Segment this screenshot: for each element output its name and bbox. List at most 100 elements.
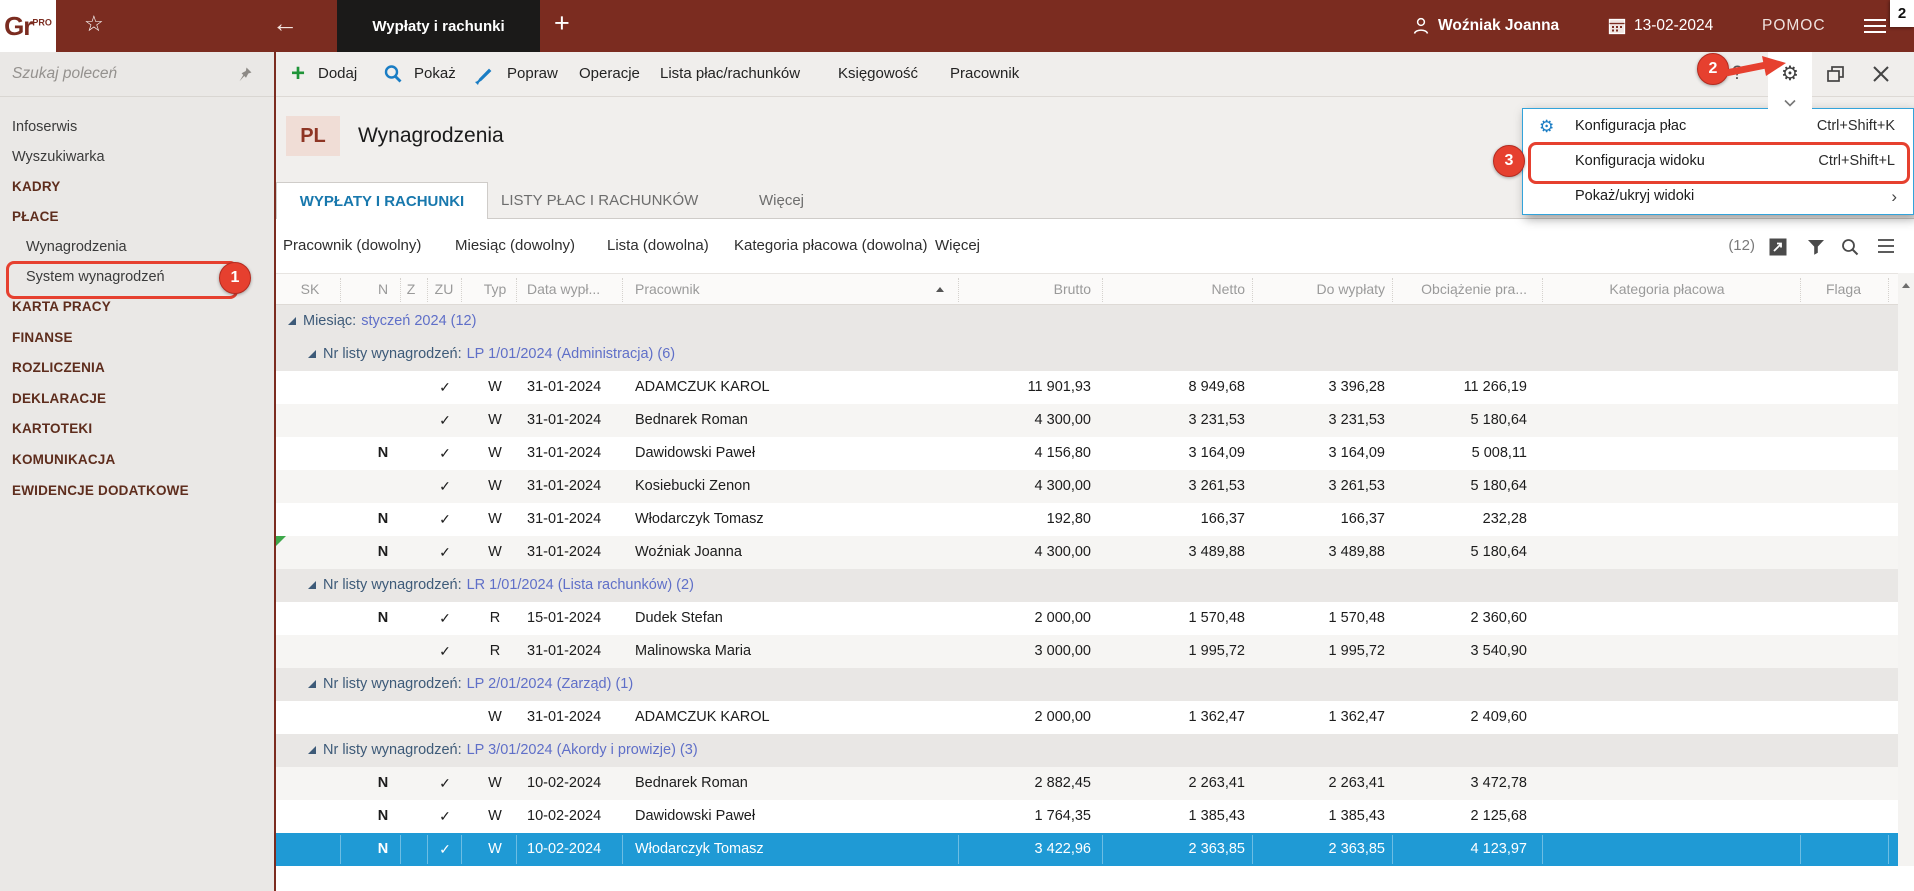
- pin-icon[interactable]: [236, 65, 254, 88]
- sidebar-item-wynagrodzenia[interactable]: Wynagrodzenia: [0, 233, 274, 261]
- menu-item-konfiguracja-plac[interactable]: ⚙ Konfiguracja płac Ctrl+Shift+K: [1523, 109, 1913, 144]
- filter-lista-dowolna[interactable]: Lista (dowolna): [607, 219, 709, 273]
- cell-brutto: 192,80: [931, 503, 1091, 536]
- table-row[interactable]: N✓W31-01-2024Włodarczyk Tomasz192,80166,…: [276, 503, 1898, 536]
- sidebar-item-wyszukiwarka[interactable]: Wyszukiwarka: [0, 143, 274, 171]
- col-do-wyplaty[interactable]: Do wypłaty: [1225, 274, 1385, 304]
- gear-dropdown-anchor[interactable]: [1768, 96, 1812, 109]
- collapse-triangle-icon[interactable]: [308, 581, 316, 589]
- table-row[interactable]: N✓W31-01-2024Dawidowski Paweł4 156,803 1…: [276, 437, 1898, 470]
- new-tab-plus-icon[interactable]: +: [554, 8, 570, 39]
- back-arrow-icon[interactable]: ←: [272, 8, 298, 39]
- table-row[interactable]: ✓W31-01-2024Kosiebucki Zenon4 300,003 26…: [276, 470, 1898, 503]
- export-icon[interactable]: [1768, 237, 1788, 262]
- collapse-triangle-icon[interactable]: [308, 746, 316, 754]
- content-panel: Pracownik (dowolny) Miesiąc (dowolny) List…: [276, 218, 1914, 891]
- help-menu[interactable]: POMOC: [1762, 0, 1826, 52]
- sidebar-item-kartoteki[interactable]: KARTOTEKI: [0, 415, 274, 443]
- filter-miesi-c-dowolny[interactable]: Miesiąc (dowolny): [455, 219, 575, 273]
- scroll-up-icon[interactable]: [1902, 283, 1910, 288]
- group-row[interactable]: Nr listy wynagrodzeń:LP 3/01/2024 (Akord…: [276, 734, 1898, 767]
- search-icon[interactable]: [1840, 237, 1860, 262]
- col-pracownik[interactable]: Pracownik: [635, 274, 925, 304]
- sidebar-item-rozliczenia[interactable]: ROZLICZENIA: [0, 354, 274, 382]
- column-separator: [622, 278, 623, 302]
- group-row[interactable]: Nr listy wynagrodzeń:LP 1/01/2024 (Admin…: [276, 338, 1898, 371]
- sidebar-item-karta-pracy[interactable]: KARTA PRACY: [0, 293, 274, 321]
- column-separator: [461, 835, 462, 864]
- sidebar-item-komunikacja[interactable]: KOMUNIKACJA: [0, 446, 274, 474]
- table-row[interactable]: N✓R15-01-2024Dudek Stefan2 000,001 570,4…: [276, 602, 1898, 635]
- group-row[interactable]: Nr listy wynagrodzeń:LP 2/01/2024 (Zarzą…: [276, 668, 1898, 701]
- current-date[interactable]: 13-02-2024: [1634, 0, 1713, 52]
- employee-menu[interactable]: Pracownik: [950, 52, 1019, 96]
- menu-item-pokaz-ukryj-widoki[interactable]: Pokaż/ukryj widoki ›: [1523, 179, 1913, 214]
- table-row[interactable]: N✓W31-01-2024Woźniak Joanna4 300,003 489…: [276, 536, 1898, 569]
- table-row-selected[interactable]: N✓W10-02-2024Włodarczyk Tomasz3 422,962 …: [276, 833, 1898, 866]
- operations-menu[interactable]: Operacje: [579, 52, 640, 96]
- show-button[interactable]: Pokaż: [414, 52, 456, 96]
- cell-brutto: 4 300,00: [931, 470, 1091, 503]
- col-netto[interactable]: Netto: [1085, 274, 1245, 304]
- filter-wi-cej[interactable]: Więcej: [935, 219, 980, 273]
- cell-brutto: 11 901,93: [931, 371, 1091, 404]
- sidebar-item-finanse[interactable]: FINANSE: [0, 324, 274, 352]
- col-typ[interactable]: Typ: [478, 274, 512, 304]
- notification-badge[interactable]: 2: [1890, 0, 1914, 27]
- list-options-icon[interactable]: [1876, 237, 1896, 260]
- filter-kategoria-p-acowa-dowolna[interactable]: Kategoria płacowa (dowolna): [734, 219, 927, 273]
- col-zu[interactable]: ZU: [430, 274, 458, 304]
- collapse-triangle-icon[interactable]: [288, 317, 296, 325]
- accounting-menu[interactable]: Księgowość: [838, 52, 918, 96]
- edit-button[interactable]: Popraw: [507, 52, 558, 96]
- sidebar-item-p-ace[interactable]: PŁACE: [0, 203, 274, 231]
- favorite-star-icon[interactable]: ☆: [84, 11, 104, 37]
- column-separator: [958, 278, 959, 302]
- table-row[interactable]: N✓W10-02-2024Dawidowski Paweł1 764,351 3…: [276, 800, 1898, 833]
- sidebar-item-deklaracje[interactable]: DEKLARACJE: [0, 385, 274, 413]
- col-kategoria-placowa[interactable]: Kategoria płacowa: [1567, 274, 1767, 304]
- column-separator: [1800, 835, 1801, 864]
- sidebar-item-ewidencje-dodatkowe[interactable]: EWIDENCJE DODATKOWE: [0, 477, 274, 505]
- col-n[interactable]: N: [368, 274, 398, 304]
- table-row[interactable]: ✓R31-01-2024Malinowska Maria3 000,001 99…: [276, 635, 1898, 668]
- column-separator: [622, 835, 623, 864]
- table-header: SK N Z ZU Typ Data wypł... Pracownik Bru…: [276, 273, 1898, 305]
- filter-funnel-icon[interactable]: [1806, 237, 1826, 262]
- hamburger-menu-icon[interactable]: [1862, 17, 1888, 40]
- table-row[interactable]: N✓W10-02-2024Bednarek Roman2 882,452 263…: [276, 767, 1898, 800]
- group-row[interactable]: Nr listy wynagrodzeń:LR 1/01/2024 (Lista…: [276, 569, 1898, 602]
- cell-zu-checkmark-icon: ✓: [430, 503, 460, 536]
- add-button[interactable]: Dodaj: [318, 52, 357, 96]
- col-sk[interactable]: SK: [290, 274, 330, 304]
- close-icon[interactable]: [1872, 65, 1890, 88]
- sidebar-item-infoserwis[interactable]: Infoserwis: [0, 113, 274, 141]
- cell-n: N: [368, 602, 398, 635]
- window-tab[interactable]: Wypłaty i rachunki: [337, 0, 540, 52]
- group-row[interactable]: Miesiąc:styczeń 2024 (12): [276, 305, 1898, 338]
- table-row[interactable]: ✓W31-01-2024Bednarek Roman4 300,003 231,…: [276, 404, 1898, 437]
- col-brutto[interactable]: Brutto: [931, 274, 1091, 304]
- collapse-triangle-icon[interactable]: [308, 680, 316, 688]
- tab-wyplaty-i-rachunki[interactable]: WYPŁATY I RACHUNKI: [276, 182, 488, 219]
- current-user[interactable]: Woźniak Joanna: [1438, 0, 1559, 52]
- tab-more[interactable]: Więcej: [759, 182, 804, 218]
- col-flaga[interactable]: Flaga: [1741, 274, 1861, 304]
- col-data-wyplaty[interactable]: Data wypł...: [527, 274, 622, 304]
- payroll-lists-menu[interactable]: Lista płac/rachunków: [660, 52, 800, 96]
- restore-window-icon[interactable]: [1826, 65, 1846, 88]
- table-row[interactable]: ✓W31-01-2024ADAMCZUK KAROL11 901,938 949…: [276, 371, 1898, 404]
- cell-zu-checkmark-icon: ✓: [430, 635, 460, 668]
- table-row[interactable]: W31-01-2024ADAMCZUK KAROL2 000,001 362,4…: [276, 701, 1898, 734]
- vertical-scrollbar[interactable]: [1898, 273, 1914, 866]
- menu-item-konfiguracja-widoku[interactable]: Konfiguracja widoku Ctrl+Shift+L: [1523, 144, 1913, 179]
- filter-pracownik-dowolny[interactable]: Pracownik (dowolny): [283, 219, 421, 273]
- col-z[interactable]: Z: [398, 274, 424, 304]
- sidebar-item-kadry[interactable]: KADRY: [0, 173, 274, 201]
- tab-listy-plac-i-rachunkow[interactable]: LISTY PŁAC I RACHUNKÓW: [501, 182, 698, 218]
- col-obciazenie[interactable]: Obciążenie pra...: [1367, 274, 1527, 304]
- collapse-triangle-icon[interactable]: [308, 350, 316, 358]
- search-input[interactable]: Szukaj poleceń: [12, 52, 117, 96]
- record-count: (12): [1686, 219, 1755, 273]
- command-search[interactable]: Szukaj poleceń: [0, 52, 274, 97]
